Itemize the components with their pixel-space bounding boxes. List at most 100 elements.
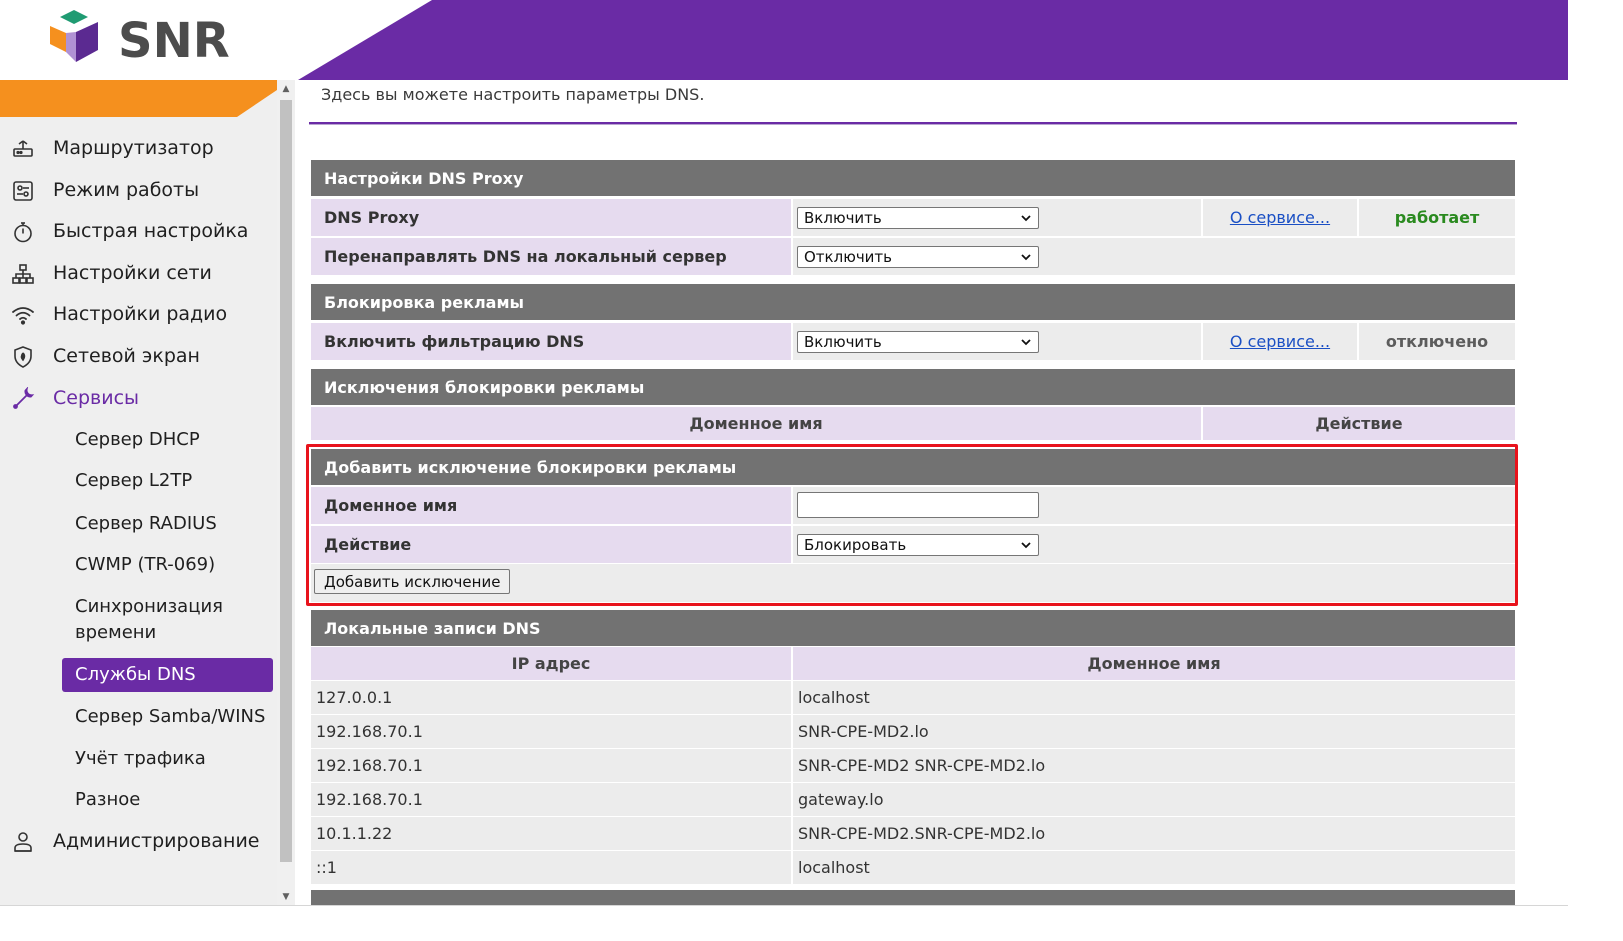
about-service-link[interactable]: О сервисе... — [1230, 332, 1330, 351]
sidebar-subitem-label: Сервер L2TP — [75, 470, 193, 491]
sidebar-nav: Маршрутизатор Режим работы Быстрая настр… — [0, 80, 277, 906]
sidebar-subitem-l2tp[interactable]: Сервер L2TP — [62, 464, 273, 498]
sidebar-scrollbar-thumb[interactable] — [280, 100, 292, 862]
row-redirect-dns: Перенаправлять DNS на локальный сервер О… — [311, 238, 1515, 275]
dns-filtering-select[interactable]: Включить — [797, 331, 1039, 353]
row-control-cell: Включить — [791, 199, 1201, 236]
domain-cell: localhost — [791, 851, 870, 884]
sidebar-item-label: Администрирование — [53, 830, 260, 852]
row-link-cell: О сервисе... — [1201, 199, 1357, 236]
row-status-cell: работает — [1357, 199, 1515, 236]
sidebar-item-firewall[interactable]: Сетевой экран — [0, 336, 277, 376]
about-service-link[interactable]: О сервисе... — [1230, 208, 1330, 227]
sidebar-item-label: Режим работы — [53, 179, 200, 201]
section-title-local-dns: Локальные записи DNS — [311, 610, 1515, 646]
exceptions-column-header: Доменное имя Действие — [311, 407, 1515, 440]
wrench-icon — [10, 386, 36, 412]
domain-cell: gateway.lo — [791, 783, 883, 816]
sidebar-subitem-dhcp[interactable]: Сервер DHCP — [62, 423, 273, 457]
row-control-cell — [791, 487, 1515, 524]
section-title-adblock-exceptions: Исключения блокировки рекламы — [311, 369, 1515, 405]
sidebar-item-label: Быстрая настройка — [53, 220, 249, 242]
sidebar-subitem-radius[interactable]: Сервер RADIUS — [62, 507, 273, 541]
sidebar-item-admin[interactable]: Администрирование — [0, 821, 277, 861]
scroll-down-arrow-icon[interactable]: ▼ — [277, 888, 295, 906]
router-icon — [10, 136, 36, 162]
ip-cell: 192.168.70.1 — [316, 756, 423, 775]
table-row: 127.0.0.1 localhost — [311, 681, 1515, 714]
domain-cell: localhost — [791, 681, 870, 714]
column-header-domain: Доменное имя — [689, 414, 823, 433]
row-exception-action: Действие Блокировать — [311, 526, 1515, 563]
table-row: 10.1.1.22 SNR-CPE-MD2.SNR-CPE-MD2.lo — [311, 817, 1515, 850]
sidebar-subitem-cwmp[interactable]: CWMP (TR-069) — [62, 548, 273, 582]
local-dns-column-header: IP адрес Доменное имя — [311, 647, 1515, 680]
sidebar-subitem-label: Учёт трафика — [75, 748, 206, 769]
exception-domain-input[interactable] — [797, 492, 1039, 518]
admin-user-icon — [10, 829, 36, 855]
snr-logo: SNR — [50, 10, 230, 69]
sidebar-subitem-misc[interactable]: Разное — [62, 783, 273, 817]
section-title-adblock: Блокировка рекламы — [311, 284, 1515, 320]
column-header-ip: IP адрес — [511, 654, 591, 673]
sidebar-subitem-time-sync[interactable]: Синхронизация времени — [62, 594, 273, 650]
table-row: 192.168.70.1 gateway.lo — [311, 783, 1515, 816]
sidebar-item-router[interactable]: Маршрутизатор — [0, 128, 277, 168]
sidebar-subitem-dns-services[interactable]: Службы DNS — [62, 658, 273, 692]
row-label: DNS Proxy — [311, 199, 791, 236]
sidebar-item-label: Сервисы — [53, 387, 140, 409]
redirect-dns-select[interactable]: Отключить — [797, 246, 1039, 268]
sidebar-item-mode[interactable]: Режим работы — [0, 170, 277, 210]
status-badge: отключено — [1385, 332, 1489, 351]
row-label: Включить фильтрацию DNS — [311, 323, 791, 360]
sidebar-scrollbar[interactable]: ▲ ▼ — [277, 80, 295, 906]
sidebar-subitem-samba[interactable]: Сервер Samba/WINS — [62, 700, 273, 734]
sidebar-subitem-label: Синхронизация времени — [75, 596, 223, 643]
row-status-cell: отключено — [1357, 323, 1515, 360]
main-content: Здесь вы можете настроить параметры DNS.… — [296, 80, 1568, 906]
row-link-cell: О сервисе... — [1201, 323, 1357, 360]
dns-proxy-select[interactable]: Включить — [797, 207, 1039, 229]
intro-divider — [309, 122, 1517, 125]
sidebar-subitem-label: Разное — [75, 789, 141, 810]
sidebar-subitem-traffic[interactable]: Учёт трафика — [62, 742, 273, 776]
row-exception-domain: Доменное имя — [311, 487, 1515, 524]
select-value: Включить — [804, 209, 882, 227]
row-label: Действие — [311, 526, 791, 563]
sidebar-item-radio[interactable]: Настройки радио — [0, 294, 277, 334]
exception-action-select[interactable]: Блокировать — [797, 534, 1039, 556]
sidebar-item-label: Сетевой экран — [53, 345, 200, 367]
top-header: SNR — [0, 0, 1568, 80]
select-value: Включить — [804, 333, 882, 351]
sidebar-item-services[interactable]: Сервисы — [0, 378, 277, 418]
section-title-next-cutoff — [311, 890, 1515, 906]
scroll-up-arrow-icon[interactable]: ▲ — [277, 80, 295, 98]
page-intro-text: Здесь вы можете настроить параметры DNS. — [321, 85, 705, 104]
mode-settings-icon — [10, 178, 36, 204]
row-dns-filtering: Включить фильтрацию DNS Включить О серви… — [311, 323, 1515, 360]
wifi-icon — [10, 302, 36, 328]
sidebar-item-label: Настройки сети — [53, 262, 212, 284]
ip-cell: 192.168.70.1 — [316, 722, 423, 741]
sidebar-subitem-label: Сервер Samba/WINS — [75, 706, 266, 727]
ip-cell: 192.168.70.1 — [316, 790, 423, 809]
ip-cell: ::1 — [316, 858, 337, 877]
add-exception-button[interactable]: Добавить исключение — [314, 569, 511, 594]
select-value: Блокировать — [804, 536, 907, 554]
sidebar-item-label: Маршрутизатор — [53, 137, 214, 159]
chevron-down-icon — [1021, 542, 1031, 549]
row-control-cell: Блокировать — [791, 526, 1515, 563]
sidebar-orange-accent — [0, 80, 277, 117]
sidebar-item-quick-setup[interactable]: Быстрая настройка — [0, 211, 277, 251]
sidebar-subitem-label: Сервер DHCP — [75, 429, 200, 450]
sidebar-item-label: Настройки радио — [53, 303, 228, 325]
firewall-shield-icon — [10, 344, 36, 370]
row-control-cell: Включить — [791, 323, 1201, 360]
sidebar-item-network[interactable]: Настройки сети — [0, 253, 277, 293]
row-label: Перенаправлять DNS на локальный сервер — [311, 238, 791, 275]
chevron-down-icon — [1021, 254, 1031, 261]
column-header-action: Действие — [1201, 407, 1515, 440]
network-tree-icon — [10, 261, 36, 287]
table-row: ::1 localhost — [311, 851, 1515, 884]
column-header-domain: Доменное имя — [791, 647, 1515, 680]
